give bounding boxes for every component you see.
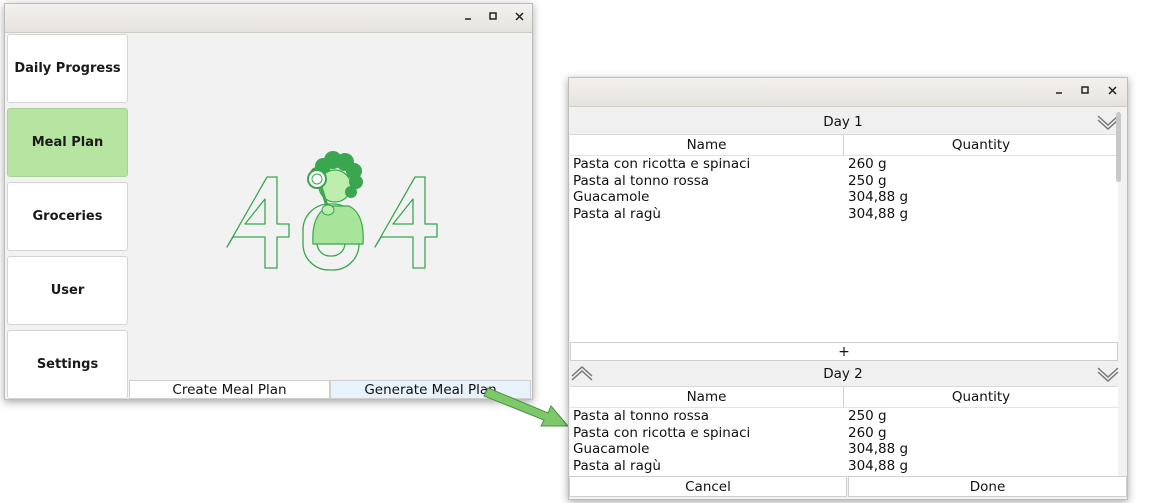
flow-arrow <box>483 387 570 427</box>
cancel-label: Cancel <box>685 478 731 495</box>
maximize-icon[interactable] <box>1077 84 1093 100</box>
meal-name: Guacamole <box>573 441 650 457</box>
table-row[interactable]: Pasta al ragù 304,88 g <box>570 206 1118 223</box>
meal-quantity: 304,88 g <box>848 205 909 222</box>
table-row[interactable]: Guacamole 304,88 g <box>570 189 1118 206</box>
scrollbar-thumb[interactable] <box>1116 112 1121 182</box>
sidebar-item-label: Settings <box>36 357 99 372</box>
meal-name: Pasta al tonno rossa <box>573 408 710 424</box>
meal-plan-dialog: Day 1 Name Quantity Pasta con ricotta e … <box>568 77 1128 500</box>
sidebar-item-groceries[interactable]: Groceries <box>7 182 128 251</box>
table-row[interactable]: Guacamole 304,88 g <box>570 441 1118 458</box>
meal-quantity: 260 g <box>848 424 887 441</box>
meal-name: Pasta al ragù <box>573 205 661 222</box>
day-1-header: Day 1 <box>569 110 1119 134</box>
sidebar-item-label: User <box>50 283 85 298</box>
done-label: Done <box>969 478 1006 495</box>
meal-name: Pasta al ragù <box>573 457 661 474</box>
sidebar-item-settings[interactable]: Settings <box>7 330 128 399</box>
sidebar-item-label: Groceries <box>32 209 103 224</box>
table-row[interactable]: Pasta con ricotta e spinaci 260 g <box>570 425 1118 442</box>
meal-name: Pasta al tonno rossa <box>573 172 710 189</box>
close-icon[interactable] <box>511 10 527 26</box>
minimize-icon[interactable] <box>460 10 476 26</box>
table-row[interactable]: Pasta al ragù 304,88 g <box>570 458 1118 475</box>
sidebar-item-user[interactable]: User <box>7 256 128 325</box>
dialog-titlebar <box>569 78 1127 107</box>
sidebar-item-label: Meal Plan <box>31 135 104 150</box>
close-icon[interactable] <box>1104 84 1120 100</box>
main-titlebar <box>5 4 532 33</box>
cancel-button[interactable]: Cancel <box>569 476 847 497</box>
day-2-table: Name Quantity Pasta al tonno rossa 250 g… <box>570 386 1118 477</box>
add-meal-label: + <box>838 343 850 360</box>
done-button[interactable]: Done <box>848 476 1127 497</box>
column-header-name[interactable]: Name <box>570 387 844 407</box>
meal-quantity: 250 g <box>848 408 887 424</box>
create-meal-plan-label: Create Meal Plan <box>172 381 287 398</box>
day-title: Day 2 <box>823 366 863 382</box>
table-row[interactable]: Pasta al tonno rossa 250 g <box>570 408 1118 425</box>
meal-quantity: 260 g <box>848 156 887 172</box>
column-header-quantity[interactable]: Quantity <box>844 387 1118 407</box>
main-window: Daily Progress Meal Plan Groceries User … <box>4 3 533 400</box>
add-meal-button[interactable]: + <box>570 342 1118 361</box>
meal-name: Pasta con ricotta e spinaci <box>573 424 751 441</box>
column-header-name[interactable]: Name <box>570 135 844 155</box>
column-header-quantity[interactable]: Quantity <box>844 135 1118 155</box>
meal-quantity: 304,88 g <box>848 189 909 205</box>
day-title: Day 1 <box>823 114 863 130</box>
meal-quantity: 304,88 g <box>848 457 909 474</box>
day-2-header: Day 2 <box>569 362 1119 386</box>
create-meal-plan-button[interactable]: Create Meal Plan <box>129 380 330 399</box>
sidebar-item-label: Daily Progress <box>14 61 121 76</box>
meal-quantity: 250 g <box>848 172 887 189</box>
table-row[interactable]: Pasta al tonno rossa 250 g <box>570 173 1118 190</box>
generate-meal-plan-label: Generate Meal Plan <box>364 381 497 398</box>
not-found-illustration <box>226 151 438 271</box>
table-header: Name Quantity <box>570 135 1118 156</box>
chevron-up-icon[interactable] <box>569 364 595 384</box>
meal-name: Pasta con ricotta e spinaci <box>573 156 751 172</box>
day-1-table: Name Quantity Pasta con ricotta e spinac… <box>570 134 1118 342</box>
scrollbar[interactable] <box>1116 110 1121 450</box>
meal-quantity: 304,88 g <box>848 441 909 457</box>
maximize-icon[interactable] <box>485 10 501 26</box>
sidebar-item-meal-plan[interactable]: Meal Plan <box>7 108 128 177</box>
table-row[interactable]: Pasta con ricotta e spinaci 260 g <box>570 156 1118 173</box>
minimize-icon[interactable] <box>1051 84 1067 100</box>
table-header: Name Quantity <box>570 387 1118 408</box>
meal-name: Guacamole <box>573 189 650 205</box>
sidebar-item-daily-progress[interactable]: Daily Progress <box>7 34 128 103</box>
